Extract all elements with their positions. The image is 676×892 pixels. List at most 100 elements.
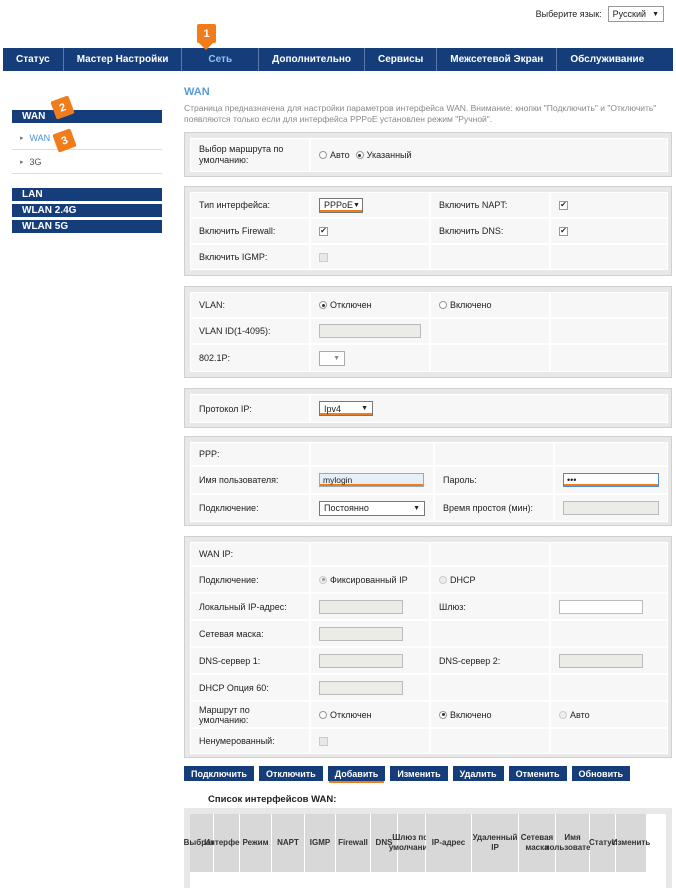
wan-table-body [190,872,666,888]
dns1-input[interactable] [319,653,403,668]
empty-cell [550,244,668,270]
password-cell: ••• [554,466,668,494]
username-input[interactable]: mylogin [319,473,424,487]
idle-label: Время простоя (мин): [434,494,554,522]
page-title: WAN [184,86,210,98]
dns1-cell [310,647,430,674]
iface-type-value: PPPoE [324,200,354,210]
empty-cell [550,318,668,344]
modify-button[interactable]: Изменить [390,766,448,781]
chevron-down-icon: ▼ [652,10,659,18]
route-options: Авто Указанный [310,138,668,172]
sidebar-head-wlan5[interactable]: WLAN 5G [12,220,162,233]
nav-status[interactable]: Статус [3,48,64,71]
annotation-badge-1: 1 [197,24,216,43]
nav-maintenance[interactable]: Обслуживание [557,48,657,71]
route-auto2-radio[interactable] [559,710,567,719]
language-label: Выберите язык: [535,9,602,19]
protocol-cell: Ipv4 ▼ [310,394,668,423]
ppp-conn-select[interactable]: Постоянно ▼ [319,500,425,516]
delete-button[interactable]: Удалить [452,766,504,781]
napt-cell: ✔ [550,192,668,218]
nav-network[interactable]: Сеть [182,48,260,71]
empty-cell [550,292,668,318]
route-off-label: Отключен [330,709,372,720]
dns-label: Включить DNS: [430,218,550,244]
route-auto-label: Авто [330,150,350,160]
nav-services[interactable]: Сервисы [365,48,438,71]
sidebar: WAN ▸ WAN ▸ 3G LAN WLAN 2.4G WLAN 5G [12,110,162,236]
firewall-checkbox[interactable]: ✔ [319,226,328,236]
dns-cell: ✔ [550,218,668,244]
empty-cell [430,344,550,372]
refresh-button[interactable]: Обновить [571,766,631,781]
unnumbered-checkbox[interactable] [319,736,328,746]
iface-type-select[interactable]: PPPoE ▼ [319,197,363,213]
empty-cell [550,728,668,754]
dhcp-label: DHCP [450,574,476,585]
language-value: Русский [612,9,647,19]
ppp-conn-cell: Постоянно ▼ [310,494,434,522]
mask-input[interactable] [319,626,403,641]
nav-advanced[interactable]: Дополнительно [259,48,365,71]
empty-cell [310,542,430,566]
local-ip-input[interactable] [319,599,403,614]
local-ip-cell [310,593,430,620]
action-buttons: Подключить Отключить Добавить Изменить У… [184,766,631,781]
add-button[interactable]: Добавить [327,766,386,781]
dhcp60-input[interactable] [319,680,403,695]
th-gateway: Шлюз по-умолчанию [389,814,434,872]
password-input[interactable]: ••• [563,473,659,487]
ppp-panel: PPP: Имя пользователя: mylogin Пароль: •… [184,436,672,526]
sidebar-item-label: WAN [29,132,51,143]
p8021-label: 802.1P: [190,344,310,372]
unnumbered-cell [310,728,430,754]
dns-checkbox[interactable]: ✔ [559,226,568,236]
igmp-checkbox[interactable] [319,252,328,262]
iface-type-cell: PPPoE ▼ [310,192,430,218]
route-specified-label: Указанный [366,150,412,160]
vlan-on-radio[interactable] [439,301,447,309]
empty-cell [430,318,550,344]
nav-firewall[interactable]: Межсетевой Экран [437,48,558,71]
route-specified-radio[interactable] [355,151,364,159]
fixed-ip-label: Фиксированный IP [330,574,408,585]
vlan-id-input[interactable] [319,324,421,338]
dhcp-radio[interactable] [439,575,447,584]
username-label: Имя пользователя: [190,466,310,494]
disconnect-button[interactable]: Отключить [258,766,323,781]
cancel-button[interactable]: Отменить [508,766,567,781]
dns2-input[interactable] [559,653,643,668]
sidebar-head-wlan24[interactable]: WLAN 2.4G [12,204,162,217]
protocol-select[interactable]: Ipv4 ▼ [319,401,373,416]
gateway-input[interactable] [559,599,643,614]
sidebar-item-3g[interactable]: ▸ 3G [12,150,162,174]
language-select[interactable]: Русский ▼ [607,6,664,22]
th-remote-ip: Удаленный IP [472,814,519,872]
dns1-label: DNS-сервер 1: [190,647,310,674]
protocol-value: Ipv4 [324,403,342,414]
route-off-radio[interactable] [319,710,327,719]
nav-wizard[interactable]: Мастер Настройки [64,48,183,71]
bullet-icon: ▸ [20,134,24,142]
route-on-label: Включено [450,709,492,720]
wanip-dhcp-cell: DHCP [430,566,550,593]
route-on-radio[interactable] [439,710,447,719]
wan-list-title: Список интерфейсов WAN: [208,794,337,805]
p8021-select[interactable]: ▼ [319,350,345,366]
napt-checkbox[interactable]: ✔ [559,200,568,210]
sidebar-head-lan[interactable]: LAN [12,188,162,201]
vlan-off-radio[interactable] [319,301,327,309]
annotation-arrow-icon [198,42,214,50]
empty-cell [550,344,668,372]
idle-input[interactable] [563,501,659,515]
dns2-cell [550,647,668,674]
route-auto-radio[interactable] [319,151,327,159]
vlan-label: VLAN: [190,292,310,318]
empty-cell [434,442,554,466]
sidebar-head-wan[interactable]: WAN [12,110,162,123]
sidebar-item-wan[interactable]: ▸ WAN [12,126,162,150]
fixed-ip-radio[interactable] [319,575,327,584]
ppp-conn-value: Постоянно [324,503,369,513]
connect-button[interactable]: Подключить [184,766,254,781]
